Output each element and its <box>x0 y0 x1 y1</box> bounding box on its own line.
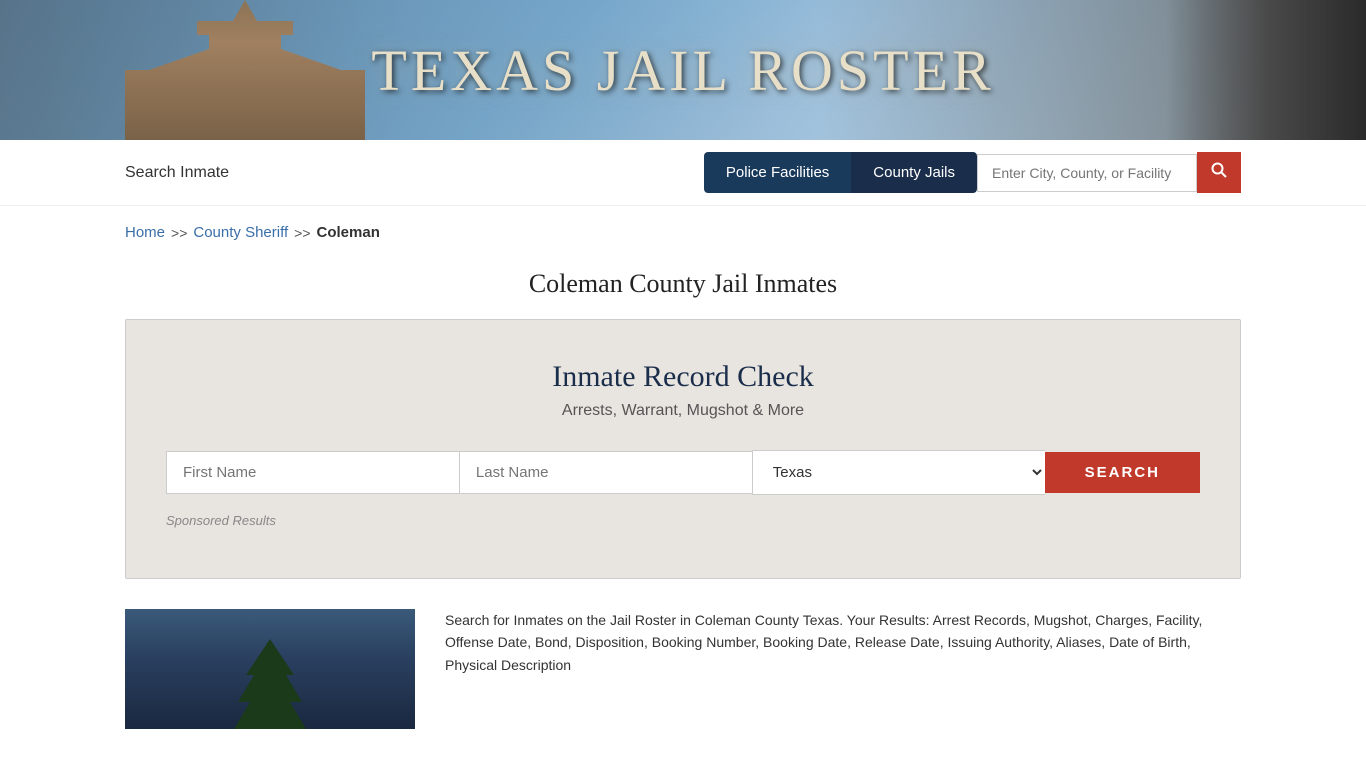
breadcrumb-current: Coleman <box>317 224 380 241</box>
site-title: Texas Jail Roster <box>371 37 994 104</box>
search-inmate-label: Search Inmate <box>125 164 704 182</box>
county-image <box>125 609 415 729</box>
breadcrumb-county-sheriff[interactable]: County Sheriff <box>193 224 288 241</box>
nav-bar: Search Inmate Police Facilities County J… <box>0 140 1366 206</box>
inmate-search-button[interactable]: SEARCH <box>1045 452 1200 493</box>
keys-image <box>1166 0 1366 140</box>
record-check-subtitle: Arrests, Warrant, Mugshot & More <box>166 402 1200 420</box>
facility-search-input[interactable] <box>977 154 1197 192</box>
page-title-section: Coleman County Jail Inmates <box>0 259 1366 319</box>
breadcrumb-sep2: >> <box>294 225 310 241</box>
last-name-input[interactable] <box>459 451 752 494</box>
record-check-title: Inmate Record Check <box>166 360 1200 394</box>
page-title: Coleman County Jail Inmates <box>0 269 1366 299</box>
bottom-description: Search for Inmates on the Jail Roster in… <box>445 609 1241 729</box>
facility-search-button[interactable] <box>1197 152 1241 193</box>
breadcrumb-home[interactable]: Home <box>125 224 165 241</box>
tree-decoration <box>230 639 310 729</box>
first-name-input[interactable] <box>166 451 459 494</box>
county-jails-button[interactable]: County Jails <box>851 152 977 193</box>
sponsored-label: Sponsored Results <box>166 513 1200 528</box>
bottom-section: Search for Inmates on the Jail Roster in… <box>0 609 1366 729</box>
inmate-search-fields: AlabamaAlaskaArizonaArkansasCaliforniaCo… <box>166 450 1200 495</box>
state-select[interactable]: AlabamaAlaskaArizonaArkansasCaliforniaCo… <box>752 450 1045 495</box>
breadcrumb: Home >> County Sheriff >> Coleman <box>0 206 1366 259</box>
nav-buttons: Police Facilities County Jails <box>704 152 1241 193</box>
record-check-box: Inmate Record Check Arrests, Warrant, Mu… <box>125 319 1241 579</box>
breadcrumb-sep1: >> <box>171 225 187 241</box>
police-facilities-button[interactable]: Police Facilities <box>704 152 851 193</box>
header-banner: Texas Jail Roster <box>0 0 1366 140</box>
search-icon <box>1211 162 1227 178</box>
